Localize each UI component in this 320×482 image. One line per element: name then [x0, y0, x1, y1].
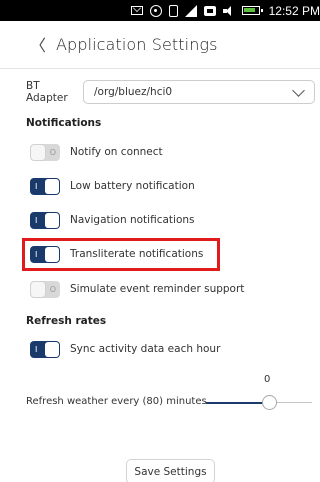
notif-low-battery-row[interactable]: I Low battery notification	[30, 177, 195, 195]
weather-slider[interactable]	[206, 395, 312, 410]
adapter-row: BT Adapter /org/bluez/hci0	[26, 80, 318, 104]
envelope-icon	[130, 6, 143, 15]
refresh-sync-activity-label: Sync activity data each hour	[70, 343, 221, 355]
toggle-knob	[45, 178, 59, 194]
notif-simulate-reminder-toggle[interactable]: O	[30, 280, 60, 298]
network-icon	[203, 5, 216, 16]
status-time: 12:52 PM	[268, 3, 320, 18]
adapter-select[interactable]: /org/bluez/hci0	[83, 80, 315, 104]
highlight-box	[22, 238, 220, 271]
toggle-knob	[45, 341, 59, 357]
toggle-mark: O	[49, 284, 56, 294]
notif-notify-on-connect-label: Notify on connect	[70, 146, 163, 158]
refresh-sync-activity-toggle[interactable]: I	[30, 340, 60, 358]
notif-navigation-label: Navigation notifications	[70, 214, 195, 226]
weather-slider-thumb[interactable]	[262, 395, 278, 410]
save-settings-button[interactable]: Save Settings	[126, 459, 215, 482]
notif-navigation-row[interactable]: I Navigation notifications	[30, 211, 195, 229]
notif-navigation-toggle[interactable]: I	[30, 211, 60, 229]
notif-notify-on-connect-toggle[interactable]: O	[30, 143, 60, 161]
refresh-heading: Refresh rates	[26, 315, 107, 327]
back-icon[interactable]: 〈	[30, 32, 46, 56]
status-bar: 12:52 PM	[0, 0, 320, 21]
refresh-sync-activity-row[interactable]: I Sync activity data each hour	[30, 340, 220, 358]
toggle-mark: I	[35, 344, 38, 354]
page-title: Application Settings	[56, 35, 218, 54]
hotspot-icon	[149, 4, 162, 17]
toggle-knob	[45, 212, 59, 228]
notif-simulate-reminder-label: Simulate event reminder support	[70, 283, 245, 295]
app-header: 〈 Application Settings	[0, 21, 320, 69]
weather-slider-label: Refresh weather every (80) minutes	[26, 396, 207, 407]
notif-low-battery-label: Low battery notification	[70, 180, 195, 192]
signal-icon	[184, 4, 197, 17]
notif-notify-on-connect-row[interactable]: O Notify on connect	[30, 143, 163, 161]
adapter-value: /org/bluez/hci0	[94, 86, 173, 98]
toggle-mark: O	[49, 147, 56, 157]
toggle-mark: I	[35, 215, 38, 225]
volume-icon	[222, 5, 235, 16]
chevron-down-icon	[292, 83, 305, 97]
weather-slider-value: 0	[264, 374, 271, 385]
bluetooth-icon	[168, 4, 178, 17]
notifications-heading: Notifications	[26, 117, 102, 129]
toggle-knob	[31, 281, 45, 297]
notif-low-battery-toggle[interactable]: I	[30, 177, 60, 195]
battery-icon	[241, 6, 263, 15]
adapter-label: BT Adapter	[26, 80, 68, 104]
weather-slider-fill	[206, 401, 270, 404]
toggle-knob	[31, 144, 45, 160]
toggle-mark: I	[35, 181, 38, 191]
notif-simulate-reminder-row[interactable]: O Simulate event reminder support	[30, 280, 244, 298]
